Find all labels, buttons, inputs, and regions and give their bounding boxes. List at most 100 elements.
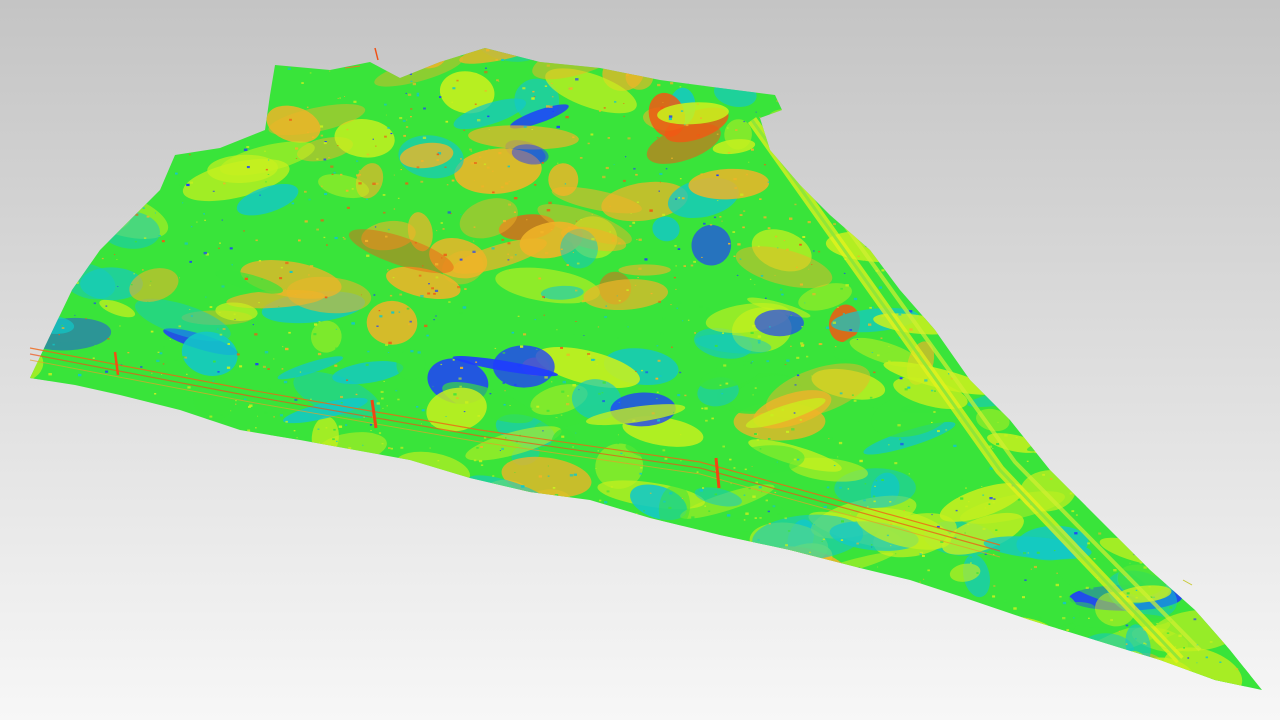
point-speck	[897, 626, 899, 628]
point-speck	[361, 294, 362, 296]
point-speck	[657, 558, 661, 561]
point-speck	[64, 586, 67, 588]
elevation-patch	[721, 660, 773, 675]
point-speck	[56, 445, 59, 447]
point-speck	[84, 660, 87, 662]
point-speck	[1030, 256, 1032, 257]
point-speck	[161, 374, 163, 375]
point-cloud-scene[interactable]	[0, 0, 1280, 720]
point-speck	[716, 133, 719, 135]
point-speck	[635, 173, 638, 176]
point-speck	[513, 661, 515, 663]
point-speck	[1062, 617, 1066, 620]
point-speck	[441, 532, 443, 534]
point-speck	[1233, 454, 1235, 455]
point-speck	[538, 545, 541, 547]
point-speck	[1104, 433, 1107, 435]
point-speck	[1024, 137, 1028, 140]
point-speck	[686, 61, 688, 63]
point-speck	[398, 509, 401, 511]
point-speck	[931, 421, 933, 423]
point-speck	[1173, 176, 1177, 179]
point-speck	[273, 358, 275, 360]
point-speck	[1075, 423, 1078, 425]
point-speck	[604, 316, 607, 318]
point-speck	[457, 286, 461, 289]
point-speck	[984, 553, 987, 555]
point-speck	[869, 396, 873, 399]
point-speck	[662, 449, 666, 452]
point-speck	[897, 424, 901, 427]
elevation-patch	[298, 468, 342, 491]
point-speck	[590, 133, 594, 136]
point-speck	[898, 313, 902, 316]
point-speck	[203, 621, 206, 624]
point-speck	[544, 376, 548, 379]
point-speck	[793, 696, 796, 698]
point-speck	[508, 180, 511, 182]
point-speck	[995, 242, 997, 244]
point-speck	[959, 292, 963, 296]
point-speck	[797, 458, 800, 461]
point-speck	[766, 360, 770, 363]
point-speck	[901, 262, 905, 265]
point-speck	[1169, 132, 1171, 134]
point-speck	[445, 600, 448, 602]
point-speck	[758, 341, 761, 344]
point-speck	[324, 641, 326, 642]
point-speck	[877, 354, 880, 357]
point-speck	[982, 694, 984, 695]
point-speck	[752, 394, 754, 396]
point-speck	[735, 129, 738, 131]
point-speck	[594, 560, 596, 561]
point-speck	[1214, 291, 1216, 293]
point-speck	[83, 70, 86, 72]
point-speck	[142, 412, 146, 416]
point-speck	[505, 182, 509, 185]
point-speck	[756, 681, 760, 684]
point-speck	[554, 417, 558, 420]
elevation-patch	[423, 659, 513, 690]
elevation-patch	[48, 465, 78, 492]
point-speck	[1013, 263, 1015, 265]
point-speck	[656, 398, 658, 399]
point-speck	[856, 48, 860, 50]
point-speck	[155, 183, 159, 186]
point-speck	[960, 619, 962, 621]
point-speck	[513, 576, 515, 578]
point-speck	[1214, 310, 1216, 312]
point-speck	[289, 270, 293, 273]
point-speck	[868, 323, 872, 326]
point-speck	[996, 319, 1000, 322]
point-speck	[435, 315, 437, 317]
point-speck	[657, 560, 661, 563]
point-speck	[1174, 368, 1178, 371]
point-speck	[366, 198, 368, 200]
point-speck	[89, 518, 92, 520]
point-speck	[1254, 523, 1258, 526]
point-speck	[713, 574, 715, 576]
3d-viewport[interactable]	[0, 0, 1280, 720]
point-speck	[830, 638, 832, 640]
point-speck	[618, 681, 621, 683]
point-speck	[397, 398, 400, 401]
elevation-patch	[173, 48, 249, 69]
point-speck	[1187, 427, 1191, 430]
elevation-patch	[232, 548, 321, 587]
point-speck	[416, 94, 420, 97]
point-speck	[534, 573, 537, 576]
point-speck	[919, 668, 921, 670]
elevation-patch	[1169, 48, 1197, 58]
point-speck	[356, 160, 359, 162]
point-speck	[1065, 328, 1069, 331]
point-speck	[739, 214, 743, 216]
point-speck	[561, 390, 565, 393]
point-speck	[1029, 369, 1032, 372]
point-speck	[489, 645, 492, 648]
point-speck	[988, 503, 991, 505]
point-speck	[25, 147, 26, 148]
elevation-patch	[1184, 157, 1221, 176]
point-speck	[254, 68, 257, 70]
point-speck	[448, 301, 451, 303]
point-speck	[623, 103, 625, 104]
